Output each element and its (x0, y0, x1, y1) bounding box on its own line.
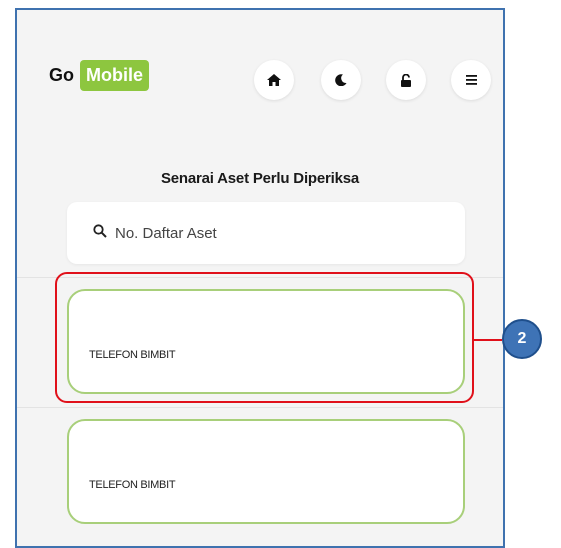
asset-card[interactable]: TELEFON BIMBIT (67, 419, 465, 524)
dark-mode-button[interactable] (321, 60, 361, 100)
annotation-step-badge: 2 (502, 319, 542, 359)
logo-mobile-badge: Mobile (80, 59, 149, 91)
home-icon (267, 74, 281, 86)
search-box[interactable] (67, 202, 465, 264)
search-icon (67, 223, 113, 243)
logo-go-text: Go (49, 64, 74, 85)
moon-icon (335, 74, 347, 86)
home-button[interactable] (254, 60, 294, 100)
asset-name: TELEFON BIMBIT (89, 479, 176, 491)
lock-icon (400, 73, 412, 87)
annotation-connector (474, 339, 502, 341)
page-title: Senarai Aset Perlu Diperiksa (160, 170, 360, 187)
menu-icon (465, 75, 477, 85)
app-logo[interactable]: Go Mobile (49, 58, 149, 92)
search-input[interactable] (113, 223, 417, 243)
list-divider (17, 407, 503, 408)
annotation-highlight-box (55, 272, 474, 403)
menu-button[interactable] (451, 60, 491, 100)
lock-button[interactable] (386, 60, 426, 100)
